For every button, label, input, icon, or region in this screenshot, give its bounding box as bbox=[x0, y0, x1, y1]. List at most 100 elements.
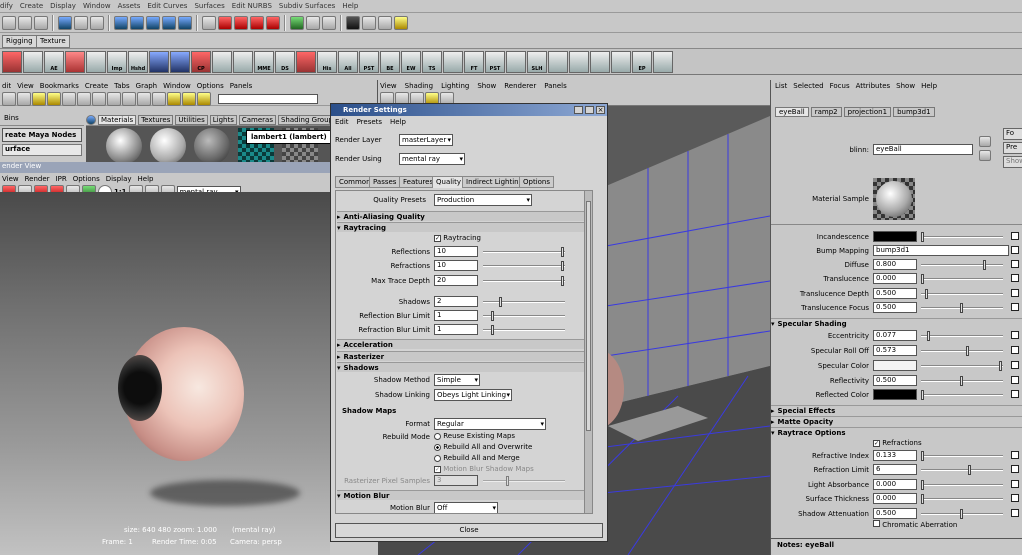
tab-quality[interactable]: Quality bbox=[432, 176, 466, 188]
save-scene-icon[interactable] bbox=[34, 15, 48, 30]
history-icon[interactable] bbox=[202, 15, 216, 30]
menu-item[interactable]: Surfaces bbox=[194, 2, 224, 10]
menu-item[interactable]: dit bbox=[2, 82, 11, 90]
hypershade-search-field[interactable] bbox=[218, 93, 318, 104]
refractive-index-slider[interactable] bbox=[921, 451, 1003, 461]
shelf-button[interactable]: CP bbox=[191, 50, 211, 73]
render-settings-icon[interactable] bbox=[266, 15, 280, 30]
snap-curve-icon[interactable] bbox=[130, 15, 144, 30]
menu-item[interactable]: Display bbox=[106, 175, 132, 183]
material-swatch[interactable] bbox=[106, 128, 142, 164]
translucence-depth-slider[interactable] bbox=[921, 289, 1003, 299]
map-button[interactable] bbox=[1011, 289, 1019, 297]
menu-item[interactable]: Help bbox=[138, 175, 154, 183]
slider-knob[interactable] bbox=[921, 274, 924, 284]
tab-utilities[interactable]: Utilities bbox=[175, 114, 208, 125]
shelf-button[interactable] bbox=[233, 50, 253, 73]
node-name-field[interactable]: eyeBall bbox=[873, 144, 973, 155]
show-attribute-editor-icon[interactable] bbox=[290, 15, 304, 30]
menu-item[interactable]: Show bbox=[896, 82, 915, 90]
slider-knob[interactable] bbox=[561, 276, 564, 286]
refraction-blur-slider[interactable] bbox=[483, 325, 565, 335]
toolbar-icon[interactable] bbox=[2, 91, 16, 106]
surface-category[interactable]: urface bbox=[2, 144, 82, 156]
shelf-button[interactable] bbox=[569, 50, 589, 73]
menu-item[interactable]: Selected bbox=[793, 82, 823, 90]
render-image[interactable]: size: 640 480 zoom: 1.000 (mental ray) F… bbox=[0, 192, 330, 555]
shelf-button[interactable]: TS bbox=[422, 50, 442, 73]
menu-item[interactable]: IPR bbox=[56, 175, 67, 183]
close-icon[interactable]: × bbox=[596, 106, 605, 114]
reflected-color-slider[interactable] bbox=[921, 390, 1003, 400]
menu-item[interactable]: Graph bbox=[136, 82, 157, 90]
slider-knob[interactable] bbox=[983, 260, 987, 270]
reflectivity-slider[interactable] bbox=[921, 376, 1003, 386]
menu-item[interactable]: Attributes bbox=[856, 82, 891, 90]
shelf-button[interactable] bbox=[296, 50, 316, 73]
maximize-icon[interactable] bbox=[585, 106, 594, 114]
sphere-icon[interactable] bbox=[86, 114, 96, 125]
menu-item[interactable]: Lighting bbox=[441, 82, 469, 90]
specular-color-slider[interactable] bbox=[921, 361, 1003, 371]
section-rasterizer[interactable]: ▸ Rasterizer bbox=[337, 351, 592, 361]
menu-item[interactable]: Help bbox=[342, 2, 358, 10]
eccentricity-field[interactable]: 0.077 bbox=[873, 330, 917, 341]
tab-projection1[interactable]: projection1 bbox=[843, 107, 892, 117]
menu-item[interactable]: Show bbox=[477, 82, 496, 90]
eccentricity-slider[interactable] bbox=[921, 331, 1003, 341]
surface-thickness-slider[interactable] bbox=[921, 494, 1003, 504]
toolbar-icon[interactable] bbox=[92, 91, 106, 106]
section-anti-aliasing[interactable]: ▸ Anti-Aliasing Quality bbox=[337, 211, 592, 221]
quality-presets-select[interactable]: Production bbox=[434, 194, 532, 206]
menu-item[interactable]: Focus bbox=[830, 82, 850, 90]
shelf-button[interactable]: DS bbox=[275, 50, 295, 73]
map-button[interactable] bbox=[1011, 390, 1019, 398]
tab-textures[interactable]: Textures bbox=[138, 114, 174, 125]
snap-point-icon[interactable] bbox=[146, 15, 160, 30]
specular-roll-off-slider[interactable] bbox=[921, 346, 1003, 356]
ipr-render-icon[interactable] bbox=[234, 15, 248, 30]
reflected-color-swatch[interactable] bbox=[873, 389, 917, 400]
menu-item[interactable]: Subdiv Surfaces bbox=[279, 2, 335, 10]
light-icon[interactable] bbox=[394, 15, 408, 30]
section-acceleration[interactable]: ▸ Acceleration bbox=[337, 339, 592, 349]
map-button[interactable] bbox=[1011, 274, 1019, 282]
arrow-right-icon[interactable] bbox=[47, 91, 61, 106]
reflection-blur-field[interactable]: 1 bbox=[434, 310, 478, 321]
menu-item[interactable]: Edit Curves bbox=[147, 2, 187, 10]
shelf-button[interactable]: EW bbox=[401, 50, 421, 73]
menu-item[interactable]: Render bbox=[25, 175, 50, 183]
tab-bump3d1[interactable]: bump3d1 bbox=[893, 107, 935, 117]
arrow-left-icon[interactable] bbox=[32, 91, 46, 106]
motion-blur-shadow-maps-checkbox[interactable]: ✓ Motion Blur Shadow Maps bbox=[434, 465, 534, 473]
slider-knob[interactable] bbox=[967, 465, 971, 475]
menu-item[interactable]: View bbox=[17, 82, 34, 90]
slider-knob[interactable] bbox=[921, 232, 924, 242]
map-button[interactable] bbox=[1011, 232, 1019, 240]
map-button[interactable] bbox=[1011, 480, 1019, 488]
menu-item[interactable]: Panels bbox=[230, 82, 253, 90]
map-button[interactable] bbox=[1011, 331, 1019, 339]
minimize-icon[interactable] bbox=[574, 106, 583, 114]
map-button[interactable] bbox=[1011, 509, 1019, 517]
slider-knob[interactable] bbox=[498, 297, 502, 307]
refraction-blur-field[interactable]: 1 bbox=[434, 324, 478, 335]
slider-knob[interactable] bbox=[921, 480, 924, 490]
select-component-icon[interactable] bbox=[90, 15, 104, 30]
slider-knob[interactable] bbox=[490, 311, 494, 321]
rebuild-option[interactable]: Rebuild All and Overwrite bbox=[434, 443, 532, 451]
slider-knob[interactable] bbox=[927, 331, 930, 341]
translucence-focus-field[interactable]: 0.500 bbox=[873, 302, 917, 313]
shelf-button[interactable] bbox=[2, 50, 22, 73]
tab-lights[interactable]: Lights bbox=[209, 114, 237, 125]
specular-roll-off-field[interactable]: 0.573 bbox=[873, 345, 917, 356]
menu-item[interactable]: Create bbox=[85, 82, 108, 90]
scrollbar-thumb[interactable] bbox=[586, 201, 591, 431]
outliner-icon[interactable] bbox=[378, 15, 392, 30]
refractive-index-field[interactable]: 0.133 bbox=[873, 450, 917, 461]
max-trace-slider[interactable] bbox=[483, 276, 565, 286]
tab-options[interactable]: Options bbox=[519, 176, 555, 188]
menu-item[interactable]: Help bbox=[921, 82, 937, 90]
shadow-linking-select[interactable]: Obeys Light Linking bbox=[434, 389, 512, 401]
scrollbar[interactable] bbox=[584, 191, 592, 513]
